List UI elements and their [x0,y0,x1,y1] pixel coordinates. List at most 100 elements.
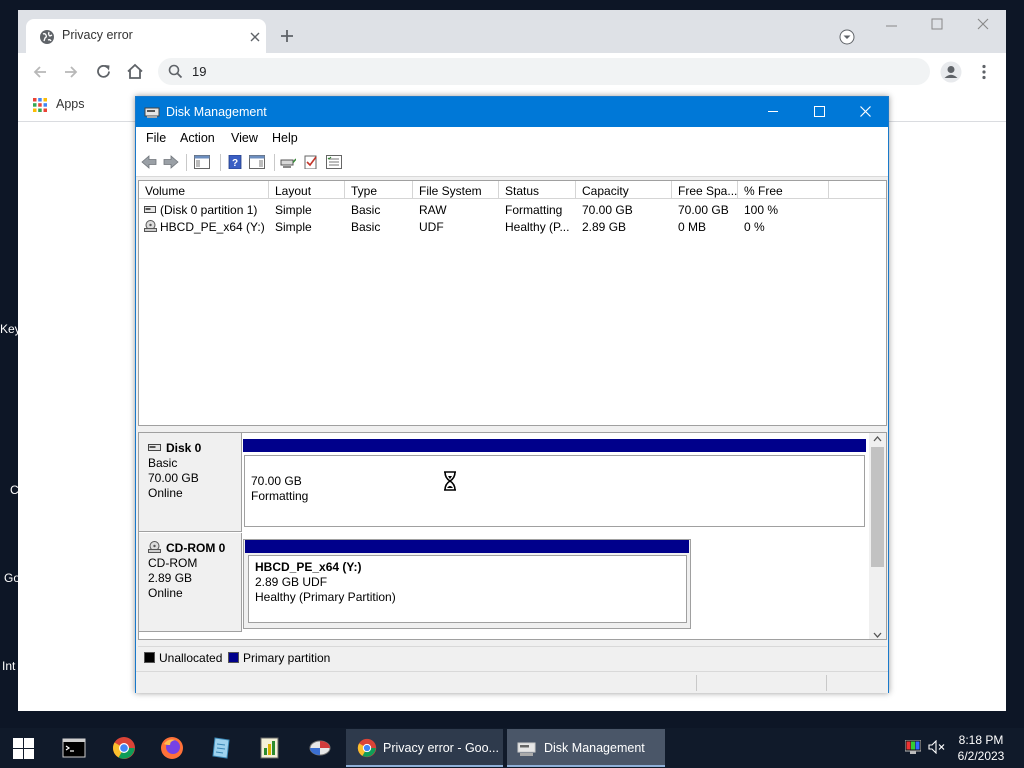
column-header-filler [829,181,886,199]
column-header-type[interactable]: Type [345,181,413,199]
toolbar: ? [136,148,888,177]
partition-tool-icon[interactable] [308,736,332,760]
command-prompt-icon[interactable] [62,736,86,760]
home-icon[interactable] [126,63,144,80]
column-header-percent-free[interactable]: % Free [738,181,829,199]
display-color-icon[interactable] [905,740,921,754]
list-view-icon[interactable] [326,155,342,169]
disk-kind: Basic [148,456,178,470]
close-tab-icon[interactable] [250,32,260,42]
maximize-icon[interactable] [931,18,943,30]
menu-bar: File Action View Help [136,127,888,148]
show-action-pane-icon[interactable] [249,155,265,169]
reload-icon[interactable] [95,63,112,80]
forward-arrow-icon[interactable] [163,155,179,169]
vertical-scrollbar[interactable] [869,433,886,639]
cell-percent-free: 100 % [744,203,779,217]
taskbar-disk-management-window[interactable]: Disk Management [507,729,665,767]
forward-icon[interactable] [63,64,79,80]
status-divider [826,675,827,691]
cdrom-0-label[interactable]: CD-ROM 0 CD-ROM 2.89 GB Online [139,533,242,632]
browser-toolbar: 19 [18,53,1006,90]
hard-disk-icon [148,444,161,451]
volume-muted-icon[interactable] [928,740,945,754]
table-row[interactable]: HBCD_PE_x64 (Y:) Simple Basic UDF Health… [139,218,886,235]
disk-state: Online [148,586,183,600]
cell-free-space: 70.00 GB [678,203,729,217]
profile-avatar-icon[interactable] [940,61,962,83]
cd-drive-icon [144,220,157,232]
menu-view[interactable]: View [231,131,258,145]
column-header-status[interactable]: Status [499,181,576,199]
minimize-icon[interactable] [886,20,898,32]
maximize-icon[interactable] [814,106,825,117]
chrome-icon[interactable] [112,736,136,760]
partition-bar [245,540,689,553]
minimize-icon[interactable] [768,111,778,113]
legend-swatch-primary [228,652,239,663]
chrome-icon [357,738,377,758]
properties-check-icon[interactable] [303,155,319,169]
partition-size: 70.00 GB [251,474,302,488]
table-row[interactable]: (Disk 0 partition 1) Simple Basic RAW Fo… [139,201,886,218]
menu-help[interactable]: Help [272,131,298,145]
taskbar-chrome-window[interactable]: Privacy error - Goo... [346,729,503,767]
disk-0-partition[interactable]: 70.00 GB Formatting [243,439,869,529]
column-header-layout[interactable]: Layout [269,181,345,199]
scroll-down-icon[interactable] [873,632,882,638]
cell-volume: (Disk 0 partition 1) [160,203,258,217]
disk-name: Disk 0 [166,441,202,455]
back-icon[interactable] [32,64,48,80]
connect-drive-icon[interactable] [280,155,296,169]
cell-type: Basic [351,203,381,217]
column-header-file-system[interactable]: File System [413,181,499,199]
disk-management-app-icon [517,742,536,756]
status-bar [136,671,888,693]
partition-status: Healthy (Primary Partition) [255,590,396,604]
notepad-app-icon[interactable] [209,736,233,760]
apps-bookmark[interactable]: Apps [56,97,85,111]
column-header-volume[interactable]: Volume [139,181,269,199]
partition-size: 2.89 GB UDF [255,575,328,589]
show-hide-console-tree-icon[interactable] [194,155,210,169]
partition-status: Formatting [251,489,309,503]
address-bar[interactable]: 19 [158,58,930,85]
window-title: Disk Management [166,105,267,119]
back-arrow-icon[interactable] [141,155,157,169]
window-title-bar[interactable]: Disk Management [136,97,888,127]
column-header-capacity[interactable]: Capacity [576,181,672,199]
cd-drive-icon [148,541,161,553]
clock-time: 8:18 PM [958,733,1004,747]
menu-dots-icon[interactable] [981,64,987,80]
close-icon[interactable] [860,106,871,117]
search-icon [168,64,183,79]
disk-0-label[interactable]: Disk 0 Basic 70.00 GB Online [139,433,242,532]
close-icon[interactable] [977,18,989,30]
help-icon[interactable]: ? [227,155,243,169]
system-clock[interactable]: 8:18 PM 6/2/2023 [952,732,1010,764]
cdrom-0-partition[interactable]: HBCD_PE_x64 (Y:) 2.89 GB UDF Healthy (Pr… [243,539,691,629]
menu-file[interactable]: File [146,131,166,145]
column-header-free-space[interactable]: Free Spa... [672,181,738,199]
disk-state: Online [148,486,183,500]
globe-icon [40,30,54,44]
partition-info: 70.00 GB Formatting [244,455,865,527]
tab-search-icon[interactable] [839,29,855,45]
chart-app-icon[interactable] [258,736,282,760]
svg-text:?: ? [232,158,238,169]
cell-layout: Simple [275,220,312,234]
scroll-up-icon[interactable] [873,436,882,442]
apps-grid-icon[interactable] [33,98,47,112]
firefox-icon[interactable] [160,736,184,760]
new-tab-icon[interactable] [280,29,294,43]
scroll-thumb[interactable] [871,447,884,567]
windows-start-icon[interactable] [13,738,34,759]
volume-disk-icon [144,206,156,213]
tab-strip: Privacy error [18,10,1006,53]
disk-kind: CD-ROM [148,556,198,570]
toolbar-separator [186,154,187,171]
taskbar-disk-management-label: Disk Management [544,741,645,755]
menu-action[interactable]: Action [180,131,215,145]
browser-tab[interactable]: Privacy error [26,19,266,53]
cell-status: Formatting [505,203,563,217]
